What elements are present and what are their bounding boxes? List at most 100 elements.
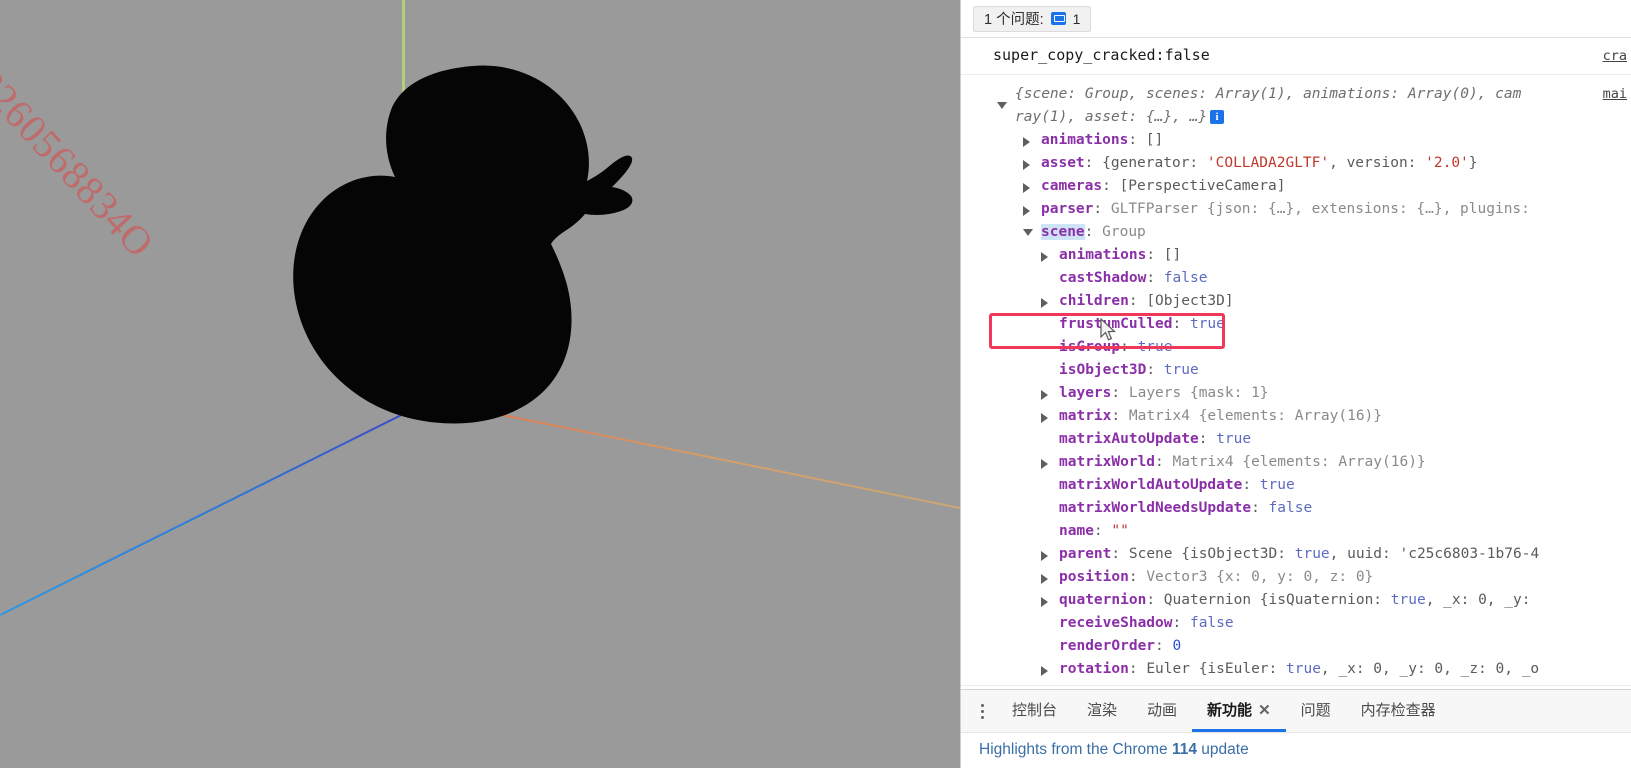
chevron-down-icon[interactable]: [1023, 229, 1033, 236]
issues-label: 1 个问题:: [984, 12, 1044, 28]
message-icon: [1050, 12, 1066, 25]
chevron-right-icon[interactable]: [1041, 459, 1048, 469]
property-key: quaternion: [1059, 592, 1147, 608]
property-value: Matrix4 {elements: Array(16)}: [1172, 454, 1426, 470]
screen-root: 18260568834O 1 个问题: 1 super_copy_cracked…: [0, 0, 1631, 768]
property-row-castShadow: castShadow: false: [1029, 267, 1631, 290]
property-value: [PerspectiveCamera]: [1119, 178, 1286, 194]
drawer-tab-0[interactable]: 控制台: [997, 690, 1072, 732]
property-row-frustumCulled: frustumCulled: true: [1029, 313, 1631, 336]
property-key: animations: [1059, 247, 1147, 263]
property-row-parent[interactable]: parent: Scene {isObject3D: true, uuid: '…: [1029, 543, 1631, 566]
kebab-menu-icon[interactable]: [967, 690, 997, 732]
property-separator: :: [1172, 615, 1190, 631]
property-row-cameras[interactable]: cameras: [PerspectiveCamera]: [1011, 175, 1631, 198]
property-row-parser[interactable]: parser: GLTFParser {json: {…}, extension…: [1011, 198, 1631, 221]
chevron-right-icon[interactable]: [1041, 666, 1048, 676]
property-key: receiveShadow: [1059, 615, 1173, 631]
property-key: asset: [1041, 155, 1085, 171]
property-key: scene: [1041, 224, 1085, 240]
property-row-rotation[interactable]: rotation: Euler {isEuler: true, _x: 0, _…: [1029, 658, 1631, 681]
console-log-text: super_copy_cracked:false: [993, 46, 1210, 64]
property-key: name: [1059, 523, 1094, 539]
property-key: cameras: [1041, 178, 1103, 194]
property-row-receiveShadow: receiveShadow: false: [1029, 612, 1631, 635]
chevron-right-icon[interactable]: [1023, 183, 1030, 193]
object-preview[interactable]: {scene: Group, scenes: Array(1), animati…: [993, 83, 1631, 129]
issues-count-chip[interactable]: 1 个问题: 1: [973, 5, 1092, 32]
drawer-tab-5[interactable]: 内存检查器: [1346, 690, 1451, 732]
property-separator: :: [1155, 454, 1173, 470]
object-preview-line2: ray(1), asset: {…}, …}: [1015, 109, 1208, 125]
log-source-link[interactable]: cra: [1603, 45, 1627, 68]
property-row-scene[interactable]: scene: Group: [1011, 221, 1631, 244]
chevron-right-icon[interactable]: [1041, 597, 1048, 607]
chevron-right-icon[interactable]: [1041, 551, 1048, 561]
chevron-right-icon[interactable]: [1041, 298, 1048, 308]
property-row-name: name: "": [1029, 520, 1631, 543]
chevron-right-icon[interactable]: [1041, 413, 1048, 423]
duck-gltf-model[interactable]: [255, 60, 635, 425]
property-row-matrix[interactable]: matrix: Matrix4 {elements: Array(16)}: [1029, 405, 1631, 428]
chevron-right-icon[interactable]: [1041, 252, 1048, 262]
issues-count: 1: [1072, 10, 1081, 27]
property-value: {generator: 'COLLADA2GLTF', version: '2.…: [1102, 155, 1478, 171]
property-separator: :: [1146, 592, 1164, 608]
property-row-isObject3D: isObject3D: true: [1029, 359, 1631, 382]
property-row-asset[interactable]: asset: {generator: 'COLLADA2GLTF', versi…: [1011, 152, 1631, 175]
object-property-tree[interactable]: animations: [] asset: {generator: 'COLLAD…: [993, 129, 1631, 681]
property-separator: :: [1128, 569, 1147, 585]
property-separator: :: [1251, 500, 1269, 516]
property-separator: :: [1146, 270, 1164, 286]
info-icon[interactable]: i: [1210, 110, 1225, 124]
drawer-tab-4[interactable]: 问题: [1286, 690, 1346, 732]
whats-new-prefix: Highlights from the Chrome: [979, 741, 1172, 758]
console-object-row[interactable]: mai {scene: Group, scenes: Array(1), ani…: [961, 75, 1631, 686]
nested-property-list: animations: [] castShadow: false children:…: [1011, 244, 1631, 681]
object-preview-line1: {scene: Group, scenes: Array(1), animati…: [1015, 86, 1522, 102]
chevron-right-icon[interactable]: [1023, 206, 1030, 216]
property-row-children[interactable]: children: [Object3D]: [1029, 290, 1631, 313]
property-row-renderOrder: renderOrder: 0: [1029, 635, 1631, 658]
console-output[interactable]: super_copy_cracked:false cra mai {scene:…: [961, 38, 1631, 689]
console-log-row[interactable]: super_copy_cracked:false cra: [961, 38, 1631, 75]
property-value: Scene {isObject3D: true, uuid: 'c25c6803…: [1128, 546, 1540, 562]
property-separator: :: [1242, 477, 1260, 493]
property-row-layers[interactable]: layers: Layers {mask: 1}: [1029, 382, 1631, 405]
property-key: castShadow: [1059, 270, 1147, 286]
drawer-tab-3[interactable]: 新功能 ✕: [1192, 690, 1286, 732]
devtools-panel: 1 个问题: 1 super_copy_cracked:false cra ma…: [960, 0, 1631, 768]
property-value: Euler {isEuler: true, _x: 0, _y: 0, _z: …: [1146, 661, 1540, 677]
chevron-down-icon[interactable]: [997, 102, 1007, 109]
drawer-tab-2[interactable]: 动画: [1132, 690, 1192, 732]
chevron-right-icon[interactable]: [1023, 137, 1030, 147]
property-value: Layers {mask: 1}: [1128, 385, 1269, 401]
property-separator: :: [1128, 661, 1147, 677]
chevron-right-icon[interactable]: [1041, 574, 1048, 584]
property-row-quaternion[interactable]: quaternion: Quaternion {isQuaternion: tr…: [1029, 589, 1631, 612]
drawer-tab-label: 控制台: [1012, 702, 1058, 719]
property-row-matrixWorld[interactable]: matrixWorld: Matrix4 {elements: Array(16…: [1029, 451, 1631, 474]
whats-new-version: 114: [1171, 741, 1197, 758]
property-separator: :: [1172, 316, 1190, 332]
property-row-animations[interactable]: animations: []: [1011, 129, 1631, 152]
property-separator: :: [1093, 523, 1112, 539]
property-value: 0: [1172, 638, 1182, 654]
property-row-animations[interactable]: animations: []: [1029, 244, 1631, 267]
drawer-tab-label: 渲染: [1087, 702, 1118, 719]
chevron-right-icon[interactable]: [1041, 390, 1048, 400]
three-js-viewport[interactable]: 18260568834O: [0, 0, 960, 768]
property-row-position[interactable]: position: Vector3 {x: 0, y: 0, z: 0}: [1029, 566, 1631, 589]
property-key: isObject3D: [1059, 362, 1147, 378]
whats-new-headline[interactable]: Highlights from the Chrome 114 update: [979, 741, 1631, 759]
property-separator: :: [1198, 431, 1217, 447]
property-key: matrixWorld: [1059, 454, 1156, 470]
property-key: matrixWorldAutoUpdate: [1059, 477, 1243, 493]
drawer-tab-1[interactable]: 渲染: [1072, 690, 1132, 732]
watermark-text: 18260568834O: [0, 44, 164, 267]
property-key: animations: [1041, 132, 1129, 148]
property-value: true: [1216, 431, 1252, 447]
close-icon[interactable]: ✕: [1258, 701, 1271, 719]
drawer-tab-label: 问题: [1300, 702, 1331, 719]
chevron-right-icon[interactable]: [1023, 160, 1030, 170]
